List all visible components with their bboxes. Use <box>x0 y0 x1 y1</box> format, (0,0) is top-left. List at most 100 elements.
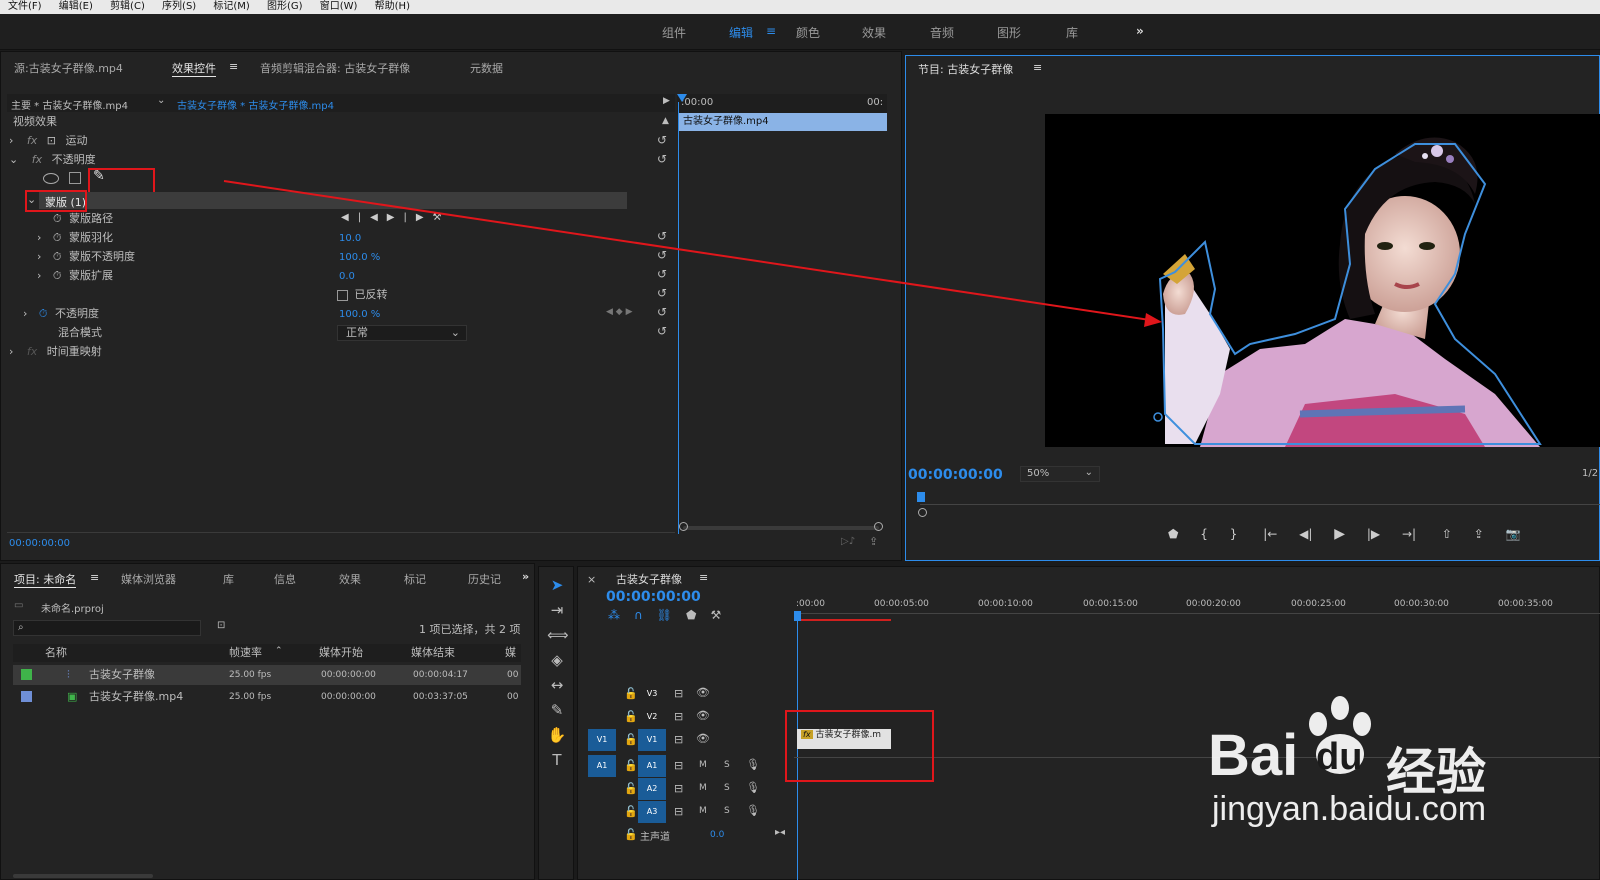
menu-edit[interactable]: 编辑(E) <box>59 0 93 13</box>
mask-row[interactable]: 蒙版 (1) <box>39 192 627 209</box>
mark-out-icon[interactable]: } <box>1230 527 1238 541</box>
lock-icon[interactable]: 🔓 <box>624 710 638 723</box>
tab-history[interactable]: 历史记 <box>468 571 501 587</box>
solo-button[interactable]: S <box>724 806 730 816</box>
sync-lock-icon[interactable]: ⊟ <box>674 687 683 700</box>
step-forward-icon[interactable]: ▶ <box>387 212 404 223</box>
lock-icon[interactable]: 🔓 <box>624 782 638 795</box>
microphone-icon[interactable]: 🎙 <box>746 804 760 817</box>
resolution-value[interactable]: 1/2 <box>1582 468 1598 479</box>
tab-effect-controls[interactable]: 效果控件 <box>172 60 216 77</box>
clip-label[interactable]: 古装女子群像 * 古装女子群像.mp4 <box>177 97 334 112</box>
source-patch-a1[interactable]: A1 <box>588 755 616 777</box>
lift-icon[interactable]: ⇧ <box>1442 527 1452 541</box>
hand-tool-icon[interactable]: ✋ <box>547 723 567 748</box>
mute-button[interactable]: M <box>699 783 707 793</box>
tab-source[interactable]: 源:古装女子群像.mp4 <box>14 60 123 76</box>
track-target-v1[interactable]: V1 <box>638 729 666 751</box>
col-media-end[interactable]: 媒体结束 <box>411 644 455 662</box>
panel-menu-icon[interactable]: ≡ <box>90 571 99 584</box>
reset-icon[interactable]: ↺ <box>657 306 669 318</box>
snap-icon[interactable]: ∩ <box>634 608 657 622</box>
chevron-down-icon[interactable]: ⌄ <box>157 95 165 106</box>
sync-lock-icon[interactable]: ⊟ <box>674 710 683 723</box>
step-back-icon[interactable]: ◀ <box>370 212 387 223</box>
program-playhead[interactable] <box>917 492 925 502</box>
track-target-a1[interactable]: A1 <box>638 755 666 777</box>
export-frame-icon[interactable]: ⇪ <box>869 535 878 548</box>
zoom-select[interactable]: 50% ⌄ <box>1020 466 1100 482</box>
label-color-swatch[interactable] <box>21 669 32 680</box>
reset-icon[interactable]: ↺ <box>657 287 669 299</box>
add-marker-icon[interactable]: ⬟ <box>686 608 710 622</box>
nest-icon[interactable]: ⁂ <box>608 608 634 622</box>
menu-sequence[interactable]: 序列(S) <box>162 0 196 13</box>
type-tool-icon[interactable]: T <box>547 748 567 773</box>
lock-icon[interactable]: 🔓 <box>624 733 638 746</box>
ec-playhead[interactable] <box>677 94 687 102</box>
sort-up-icon[interactable]: ⌃ <box>275 642 283 660</box>
reset-icon[interactable]: ↺ <box>657 325 669 337</box>
mask-track-controls[interactable]: ◀|◀▶|▶⚒ <box>341 212 451 223</box>
video-frame[interactable] <box>1045 114 1600 447</box>
marker-icon[interactable]: ⬟ <box>1168 527 1178 541</box>
project-search-input[interactable]: ⌕ <box>13 620 201 636</box>
solo-button[interactable]: S <box>724 783 730 793</box>
work-area-bar[interactable] <box>796 619 891 621</box>
zoom-handle-right[interactable] <box>874 522 883 531</box>
eye-icon[interactable]: 👁 <box>696 732 710 745</box>
chevron-right-icon[interactable]: › <box>23 307 27 320</box>
tab-libraries[interactable]: 库 <box>223 571 234 587</box>
fx-icon[interactable]: fx <box>32 153 42 166</box>
sync-lock-icon[interactable]: ⊟ <box>674 733 683 746</box>
chevron-down-icon[interactable]: ⌄ <box>9 153 18 166</box>
tab-info[interactable]: 信息 <box>274 571 296 587</box>
col-framerate[interactable]: 帧速率 <box>229 644 262 662</box>
menu-graphics[interactable]: 图形(G) <box>267 0 303 13</box>
ripple-edit-tool-icon[interactable]: ⟺ <box>547 623 569 648</box>
filter-icon[interactable]: ▷♪ <box>841 536 855 547</box>
track-target-v3[interactable]: V3 <box>638 683 666 705</box>
program-title[interactable]: 节目: 古装女子群像 <box>918 61 1013 77</box>
table-row[interactable]: ⫶ 古装女子群像 25.00 fps 00:00:00:00 00:00:04:… <box>13 665 521 685</box>
linked-selection-icon[interactable]: ⛓ <box>657 608 686 622</box>
rectangle-mask-icon[interactable] <box>69 172 81 184</box>
solo-button[interactable]: S <box>724 760 730 770</box>
lock-icon[interactable]: 🔓 <box>624 828 638 841</box>
slip-tool-icon[interactable]: ↔ <box>547 673 567 698</box>
fx-icon[interactable]: fx <box>27 134 37 147</box>
chevron-right-icon[interactable]: › <box>9 134 13 147</box>
track-target-a3[interactable]: A3 <box>638 801 666 823</box>
mask-expand-value[interactable]: 0.0 <box>339 271 355 282</box>
pen-tool-icon[interactable]: ✎ <box>547 698 567 723</box>
tab-audio-mixer[interactable]: 音频剪辑混合器: 古装女子群像 <box>260 60 410 76</box>
workspace-audio[interactable]: 音频 <box>930 24 954 41</box>
play-only-icon[interactable]: ▶ <box>663 96 670 106</box>
chevron-right-icon[interactable]: › <box>37 269 41 282</box>
stopwatch-icon[interactable]: ⏱ <box>53 212 62 225</box>
timeline-timecode[interactable]: 00:00:00:00 <box>606 589 701 605</box>
workspace-color[interactable]: 颜色 <box>796 24 820 41</box>
stopwatch-active-icon[interactable]: ⏱ <box>39 307 48 320</box>
eye-icon[interactable]: 👁 <box>696 686 710 699</box>
master-clip-label[interactable]: 主要 * 古装女子群像.mp4 <box>11 97 128 112</box>
panel-menu-icon[interactable]: ≡ <box>699 571 708 584</box>
zoom-handle-left[interactable] <box>679 522 688 531</box>
stopwatch-icon[interactable]: ⏱ <box>53 269 62 282</box>
sync-lock-icon[interactable]: ⊟ <box>674 782 683 795</box>
play-icon[interactable]: ▶ <box>1334 526 1345 542</box>
effect-motion[interactable]: › fx ⊡ 运动 <box>9 131 669 150</box>
new-bin-icon[interactable]: ⊡ <box>217 620 225 631</box>
mute-button[interactable]: M <box>699 806 707 816</box>
settings-wrench-icon[interactable]: ⚒ <box>710 608 735 622</box>
panel-menu-icon[interactable]: ≡ <box>229 60 238 73</box>
lock-icon[interactable]: 🔓 <box>624 805 638 818</box>
mask-feather-value[interactable]: 10.0 <box>339 233 361 244</box>
col-more[interactable]: 媒 <box>505 644 516 662</box>
master-volume-value[interactable]: 0.0 <box>710 830 724 840</box>
workspace-effects[interactable]: 效果 <box>862 24 886 41</box>
reset-icon[interactable]: ↺ <box>657 230 669 242</box>
track-select-tool-icon[interactable]: ⇥ <box>547 598 567 623</box>
program-scrub-bar[interactable] <box>920 504 1600 505</box>
ec-zoom-scroll[interactable] <box>683 526 879 530</box>
